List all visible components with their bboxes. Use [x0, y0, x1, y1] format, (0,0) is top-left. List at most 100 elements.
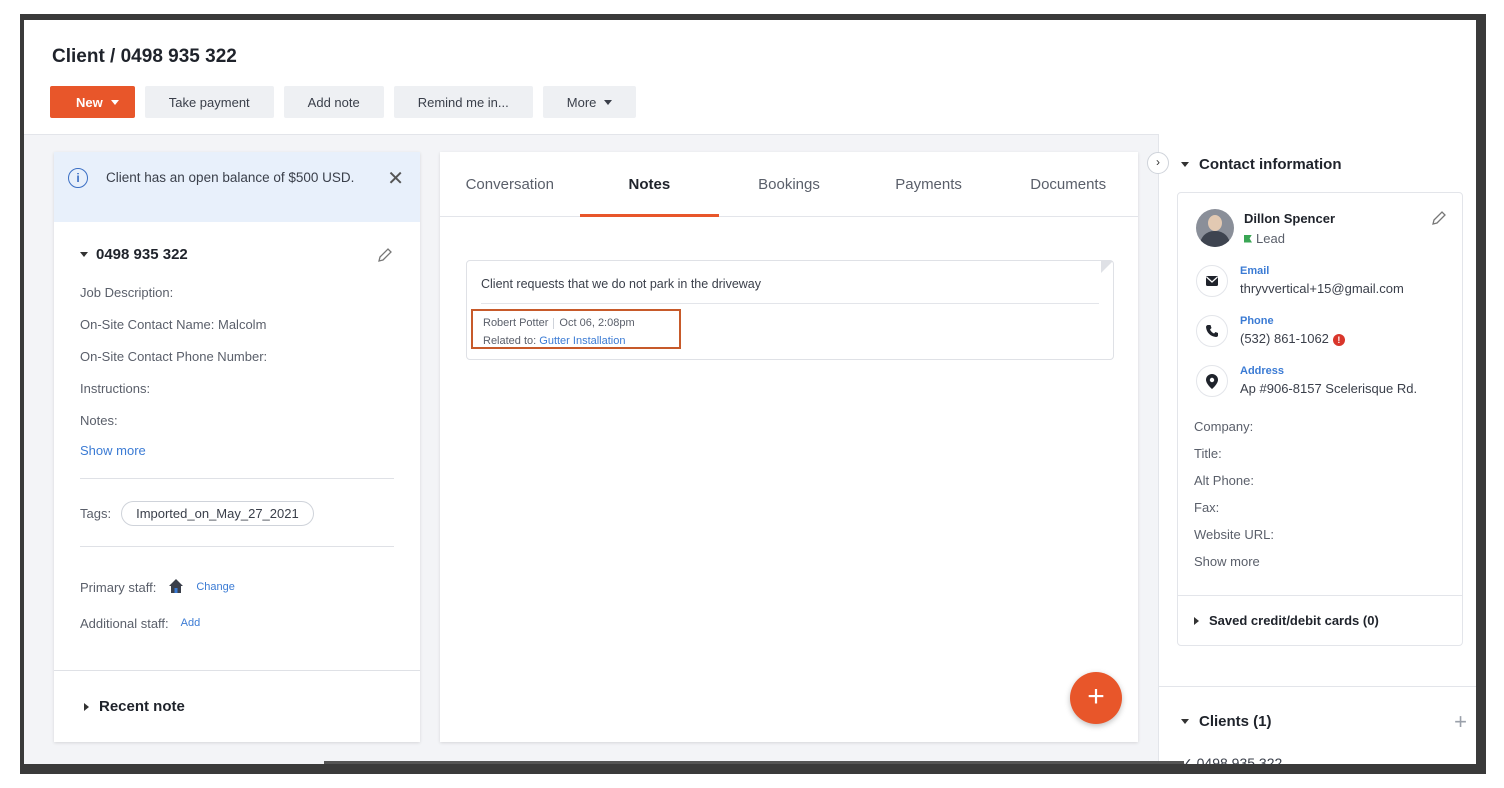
note-text: Client requests that we do not park in t… [481, 277, 762, 291]
email-value[interactable]: thryvvertical+15@gmail.com [1240, 281, 1404, 296]
note-author: Robert Potter [483, 317, 549, 329]
tab-payments[interactable]: Payments [859, 152, 999, 216]
edit-pencil-icon[interactable] [1430, 209, 1448, 232]
tags-row: Tags: Imported_on_May_27_2021 [80, 501, 394, 526]
tab-notes[interactable]: Notes [579, 152, 720, 217]
clients-section: Clients (1) + ✓ 0498 935 322 [1159, 686, 1476, 764]
tab-bookings[interactable]: Bookings [719, 152, 859, 216]
activity-panel: Conversation Notes Bookings Payments Doc… [440, 152, 1138, 742]
fax-field: Fax: [1194, 500, 1220, 515]
avatar-head [1208, 215, 1222, 231]
contact-information-title: Contact information [1199, 156, 1342, 173]
contact-information-header[interactable]: Contact information [1181, 156, 1342, 173]
flag-icon [1244, 234, 1252, 243]
divider [80, 546, 394, 547]
info-icon: i [68, 168, 88, 188]
caret-right-icon [1194, 616, 1199, 625]
more-button[interactable]: More [542, 86, 637, 118]
note-related-row: Related to: Gutter Installation [483, 332, 669, 350]
folded-corner-icon [1101, 261, 1113, 273]
divider [481, 303, 1099, 304]
additional-staff-row: Additional staff: Add [80, 605, 394, 641]
clients-title: Clients (1) [1199, 713, 1272, 730]
clients-header[interactable]: Clients (1) [1181, 713, 1272, 730]
tab-conversation[interactable]: Conversation [440, 152, 580, 216]
location-pin-icon [1196, 365, 1228, 397]
avatar-body [1200, 231, 1230, 247]
chevron-down-icon [604, 99, 613, 105]
email-label: Email [1240, 265, 1270, 277]
close-icon[interactable]: ✕ [387, 166, 404, 191]
avatar [1196, 209, 1234, 247]
divider [80, 478, 394, 479]
client-section-header[interactable]: 0498 935 322 [80, 246, 394, 263]
contact-fields: Company: Title: Alt Phone: Fax: Website … [1194, 419, 1274, 581]
toolbar: New Take payment Add note Remind me in..… [50, 86, 637, 118]
notes-field: Notes: [80, 413, 118, 428]
show-more-link[interactable]: Show more [1194, 554, 1274, 581]
note-date: Oct 06, 2:08pm [559, 317, 635, 329]
note-related-label: Related to: [483, 335, 537, 347]
activity-tabs: Conversation Notes Bookings Payments Doc… [440, 152, 1138, 217]
balance-alert: i Client has an open balance of $500 USD… [54, 152, 420, 222]
caret-right-icon [84, 702, 89, 711]
tag-pill[interactable]: Imported_on_May_27_2021 [121, 501, 314, 526]
contact-status: Lead [1244, 231, 1285, 246]
add-staff-link[interactable]: Add [181, 617, 201, 629]
onsite-contact-name-field: On-Site Contact Name: Malcolm [80, 317, 267, 332]
primary-staff-row: Primary staff: Change [80, 569, 394, 605]
note-card[interactable]: Client requests that we do not park in t… [466, 260, 1114, 360]
contact-status-label: Lead [1256, 231, 1285, 246]
recent-note-section[interactable]: Recent note [54, 670, 420, 742]
client-list-item[interactable]: ✓ 0498 935 322 [1181, 755, 1282, 764]
page-header: Client / 0498 935 322 New Take payment A… [24, 20, 1476, 135]
note-meta-highlight: Robert Potter Oct 06, 2:08pm Related to: … [471, 309, 681, 349]
phone-icon [1196, 315, 1228, 347]
phone-value[interactable]: (532) 861-1062! [1240, 331, 1345, 346]
edit-pencil-icon[interactable] [376, 246, 394, 269]
phone-number: (532) 861-1062 [1240, 331, 1329, 346]
note-related-link[interactable]: Gutter Installation [539, 335, 625, 347]
balance-alert-text: Client has an open balance of $500 USD. [106, 170, 355, 185]
primary-staff-label: Primary staff: [80, 579, 157, 595]
website-url-field: Website URL: [1194, 527, 1274, 542]
client-details-panel: i Client has an open balance of $500 USD… [54, 152, 420, 742]
add-note-button[interactable]: Add note [283, 86, 384, 118]
caret-down-icon [1181, 162, 1189, 167]
staff-house-icon [168, 578, 184, 597]
bottom-scrollbar [324, 761, 1184, 764]
phone-label: Phone [1240, 315, 1274, 327]
client-section: 0498 935 322 Job Description: On-Site Co… [54, 222, 420, 641]
caret-down-icon [1181, 719, 1189, 724]
address-label: Address [1240, 365, 1285, 377]
warning-icon: ! [1332, 333, 1345, 346]
alt-phone-field: Alt Phone: [1194, 473, 1254, 488]
tab-documents[interactable]: Documents [998, 152, 1138, 216]
app-window: Client / 0498 935 322 New Take payment A… [20, 14, 1486, 774]
new-button-label: New [76, 94, 103, 110]
saved-cards-section[interactable]: Saved credit/debit cards (0) [1178, 595, 1462, 645]
contact-name: Dillon Spencer [1244, 211, 1336, 226]
job-description-field: Job Description: [80, 285, 174, 300]
caret-down-icon [80, 252, 88, 257]
envelope-icon [1196, 265, 1228, 297]
more-button-label: More [566, 94, 597, 110]
change-staff-link[interactable]: Change [196, 581, 235, 593]
onsite-contact-phone-field: On-Site Contact Phone Number: [80, 349, 268, 364]
divider [553, 317, 555, 329]
add-client-icon[interactable]: + [1454, 709, 1467, 735]
show-more-link[interactable]: Show more [80, 443, 394, 458]
add-fab-button[interactable]: + [1070, 672, 1122, 724]
new-button[interactable]: New [50, 86, 135, 118]
address-value[interactable]: Ap #906-8157 Scelerisque Rd. [1240, 381, 1417, 396]
client-name: 0498 935 322 [96, 246, 188, 263]
remind-me-button[interactable]: Remind me in... [393, 86, 533, 118]
note-author-row: Robert Potter Oct 06, 2:08pm [483, 314, 669, 332]
take-payment-button[interactable]: Take payment [144, 86, 274, 118]
page-title: Client / 0498 935 322 [52, 46, 237, 67]
chevron-right-icon[interactable]: › [1147, 152, 1169, 174]
tags-label: Tags: [80, 506, 112, 521]
contact-card: Dillon Spencer Lead Email thryvvertical+… [1177, 192, 1463, 646]
additional-staff-label: Additional staff: [80, 615, 169, 631]
instructions-field: Instructions: [80, 381, 151, 396]
